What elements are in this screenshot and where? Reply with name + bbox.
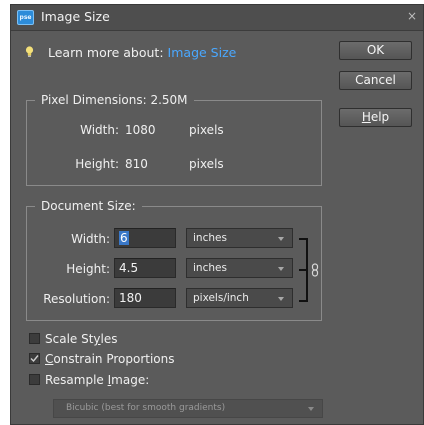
learn-more-row: Learn more about: Image Size xyxy=(25,45,236,60)
pixel-height-unit: pixels xyxy=(189,157,224,171)
pixel-dimensions-group: Pixel Dimensions: 2.50M Width: 1080 pixe… xyxy=(26,93,322,186)
close-icon[interactable]: × xyxy=(407,9,417,23)
doc-height-unit: inches xyxy=(193,262,227,274)
image-size-dialog: pse Image Size × Learn more about: Image … xyxy=(10,4,424,425)
resolution-unit-select[interactable]: pixels/inch xyxy=(186,288,293,308)
constrain-proportions-label: Constrain Proportions xyxy=(45,352,175,366)
resample-image-box xyxy=(29,374,40,385)
doc-height-input[interactable]: 4.5 xyxy=(114,258,176,278)
resample-image-checkbox[interactable]: Resample Image: xyxy=(29,373,149,387)
constrain-proportions-checkbox[interactable]: Constrain Proportions xyxy=(29,352,175,366)
title-bar[interactable]: pse Image Size × xyxy=(11,5,423,31)
chain-link-icon xyxy=(311,262,319,281)
help-label: elp xyxy=(370,110,390,124)
resample-method-select[interactable]: Bicubic (best for smooth gradients) xyxy=(53,399,323,418)
document-size-title: Document Size: xyxy=(35,199,142,213)
scale-styles-box xyxy=(29,333,40,344)
resample-image-label: Resample Image: xyxy=(45,373,150,387)
pixel-width-unit: pixels xyxy=(189,123,224,137)
chevron-down-icon xyxy=(278,297,284,301)
ok-button[interactable]: OK xyxy=(339,41,412,60)
doc-height-label: Height: xyxy=(66,262,110,276)
lightbulb-icon xyxy=(25,46,34,57)
pixel-height-label: Height: xyxy=(75,157,119,171)
help-button[interactable]: Help xyxy=(339,108,412,127)
resolution-value: 180 xyxy=(119,291,142,305)
scale-styles-label: Scale Styles xyxy=(45,332,118,346)
resolution-unit: pixels/inch xyxy=(193,292,249,304)
scale-styles-checkbox[interactable]: Scale Styles xyxy=(29,332,118,346)
learn-more-label: Learn more about: xyxy=(48,45,164,60)
photoshop-elements-icon: pse xyxy=(17,10,34,25)
document-size-group: Document Size: Width: 6 inches Height: 4… xyxy=(26,199,322,321)
resolution-input[interactable]: 180 xyxy=(114,288,176,308)
chevron-down-icon xyxy=(278,267,284,271)
chevron-down-icon xyxy=(278,237,284,241)
doc-width-unit-select[interactable]: inches xyxy=(186,228,293,248)
chevron-down-icon xyxy=(308,407,314,411)
resolution-label: Resolution: xyxy=(43,292,110,306)
doc-width-unit: inches xyxy=(193,232,227,244)
doc-height-unit-select[interactable]: inches xyxy=(186,258,293,278)
learn-more-link[interactable]: Image Size xyxy=(168,45,237,60)
resample-method-value: Bicubic (best for smooth gradients) xyxy=(66,403,226,413)
help-mnemonic: H xyxy=(361,110,371,124)
pixel-dimensions-title: Pixel Dimensions: 2.50M xyxy=(35,93,194,107)
doc-height-value: 4.5 xyxy=(119,261,139,275)
pixel-height-value: 810 xyxy=(125,157,148,171)
doc-width-value: 6 xyxy=(119,231,129,245)
dialog-title: Image Size xyxy=(41,9,110,24)
doc-width-input[interactable]: 6 xyxy=(114,228,176,248)
pixel-width-label: Width: xyxy=(80,123,119,137)
cancel-button[interactable]: Cancel xyxy=(339,71,412,90)
doc-width-label: Width: xyxy=(71,232,110,246)
checkmark-icon xyxy=(29,353,40,364)
pixel-width-value: 1080 xyxy=(125,123,156,137)
